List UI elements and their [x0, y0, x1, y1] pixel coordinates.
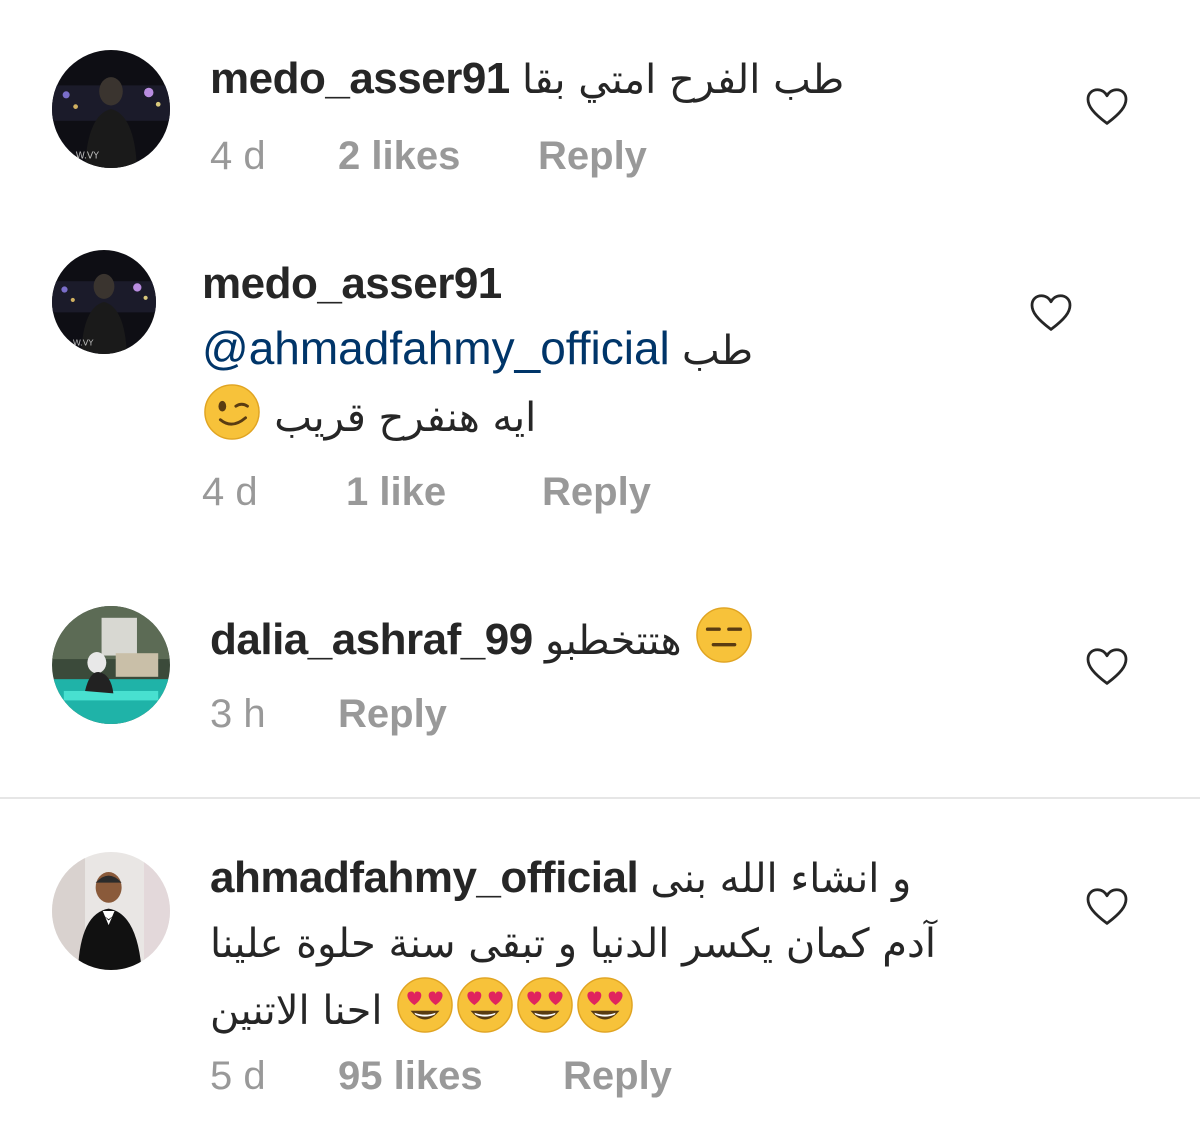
comment-time: 3 h — [210, 692, 266, 736]
comment-username[interactable]: medo_asser91 — [210, 54, 510, 103]
reply-button[interactable]: Reply — [563, 1054, 672, 1099]
avatar-image — [52, 606, 170, 724]
heart-outline-icon[interactable] — [1086, 648, 1128, 686]
avatar[interactable]: W.VY — [52, 250, 156, 354]
comment-text: هتتخطبو — [544, 618, 682, 664]
comment-body: medo_asser91 طب الفرح امتي بقا — [210, 48, 844, 111]
comment-text-line2: آدم كمان يكسر الدنيا و تبقى سنة حلوة علي… — [210, 921, 936, 967]
heart-outline-icon[interactable] — [1086, 888, 1128, 926]
reply-button[interactable]: Reply — [542, 470, 651, 515]
comment-meta: 5 d 95 likes Reply — [210, 1054, 672, 1099]
avatar-image — [52, 852, 170, 970]
avatar-image: W.VY — [52, 250, 156, 354]
winking-face-icon — [203, 383, 261, 441]
heart-eyes-face-icon — [576, 976, 634, 1034]
heart-eyes-face-icon — [516, 976, 574, 1034]
comment-text-prefix: طب — [681, 328, 754, 374]
comment-time: 4 d — [210, 134, 266, 178]
comment-likes[interactable]: 1 like — [346, 470, 542, 515]
reply-button[interactable]: Reply — [338, 692, 447, 737]
comment-likes[interactable]: 2 likes — [338, 134, 538, 179]
comment-time: 4 d — [202, 470, 258, 514]
heart-eyes-face-icon — [396, 976, 454, 1034]
comment-body: medo_asser91 @ahmadfahmy_official طب ايه… — [202, 252, 753, 450]
comment-username[interactable]: medo_asser91 — [202, 259, 502, 308]
svg-text:W.VY: W.VY — [73, 338, 95, 348]
comment-meta: 4 d 1 like Reply — [202, 470, 651, 515]
svg-text:W.VY: W.VY — [76, 151, 100, 162]
comment-text: طب الفرح امتي بقا — [522, 57, 845, 103]
comment-text-line3: احنا الاتنين — [210, 988, 383, 1034]
comment-body: ahmadfahmy_official و انشاء الله بنى آدم… — [210, 846, 936, 1043]
comment-time: 5 d — [210, 1054, 266, 1098]
comment-text-line2: ايه هنفرح قريب — [274, 395, 537, 441]
comment-likes[interactable]: 95 likes — [338, 1054, 563, 1099]
comment-username[interactable]: dalia_ashraf_99 — [210, 615, 533, 664]
heart-eyes-face-icon — [456, 976, 514, 1034]
comment-meta: 4 d 2 likes Reply — [210, 134, 647, 179]
divider — [0, 797, 1200, 799]
mention-link[interactable]: @ahmadfahmy_official — [202, 322, 670, 374]
comment-text-line1: و انشاء الله بنى — [650, 856, 912, 902]
comment-meta: 3 h Reply — [210, 692, 447, 737]
avatar[interactable]: W.VY — [52, 50, 170, 168]
reply-button[interactable]: Reply — [538, 134, 647, 179]
comment-body: dalia_ashraf_99 هتتخطبو — [210, 606, 754, 672]
avatar-image: W.VY — [52, 50, 170, 168]
expressionless-face-icon — [695, 606, 753, 664]
avatar[interactable] — [52, 606, 170, 724]
avatar[interactable] — [52, 852, 170, 970]
heart-outline-icon[interactable] — [1086, 88, 1128, 126]
heart-outline-icon[interactable] — [1030, 294, 1072, 332]
comment-username[interactable]: ahmadfahmy_official — [210, 853, 639, 902]
